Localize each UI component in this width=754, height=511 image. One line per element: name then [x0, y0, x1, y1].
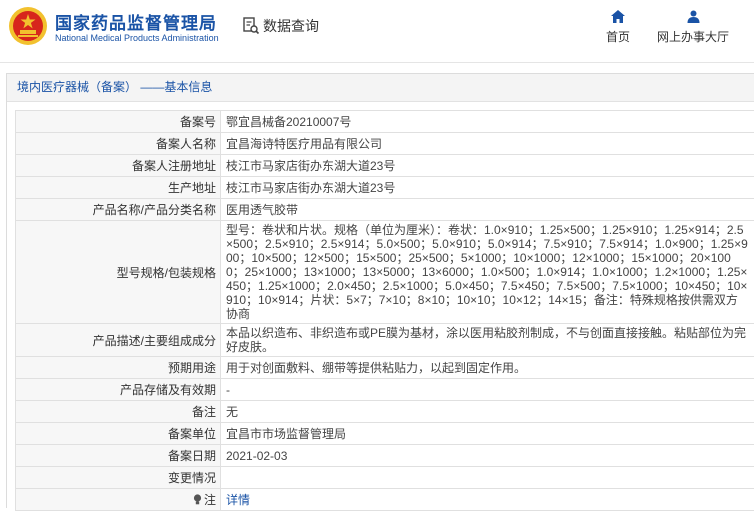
table-row: 产品描述/主要组成成分本品以织造布、非织造布或PE膜为基材，涂以医用粘胶剂制成，…: [16, 324, 754, 357]
field-value: 宜昌海诗特医疗用品有限公司: [221, 133, 754, 155]
field-label: 生产地址: [16, 177, 221, 199]
note-label-cell: 注: [16, 489, 221, 511]
field-value: 宜昌市市场监督管理局: [221, 423, 754, 445]
field-value: 用于对创面敷料、绷带等提供粘贴力，以起到固定作用。: [221, 357, 754, 379]
table-row: 备案单位宜昌市市场监督管理局: [16, 423, 754, 445]
table-row: 生产地址枝江市马家店街办东湖大道23号: [16, 177, 754, 199]
site-header: 国家药品监督管理局 National Medical Products Admi…: [0, 0, 754, 62]
search-document-icon: [242, 17, 260, 35]
field-value: 无: [221, 401, 754, 423]
table-row: 备案号鄂宜昌械备20210007号: [16, 111, 754, 133]
field-label: 变更情况: [16, 467, 221, 489]
field-label: 预期用途: [16, 357, 221, 379]
field-label: 备案号: [16, 111, 221, 133]
note-label: 注: [204, 491, 216, 508]
table-row: 变更情况: [16, 467, 754, 489]
field-label: 备案人名称: [16, 133, 221, 155]
detail-panel: 境内医疗器械（备案） ——基本信息 备案号鄂宜昌械备20210007号备案人名称…: [6, 73, 754, 508]
field-value: 医用透气胶带: [221, 199, 754, 221]
national-emblem-icon: [8, 6, 48, 46]
nav-home[interactable]: 首页: [600, 10, 636, 45]
table-row: 备注无: [16, 401, 754, 423]
field-label: 备案人注册地址: [16, 155, 221, 177]
site-subtitle: National Medical Products Administration: [55, 33, 219, 43]
nav-online-hall-label: 网上办事大厅: [657, 30, 729, 44]
header-divider: [0, 62, 754, 63]
field-value: 本品以织造布、非织造布或PE膜为基材，涂以医用粘胶剂制成，不与创面直接接触。粘贴…: [221, 324, 754, 357]
nav-online-hall[interactable]: 网上办事大厅: [650, 10, 736, 45]
field-value: 枝江市马家店街办东湖大道23号: [221, 177, 754, 199]
breadcrumb: 境内医疗器械（备案） ——基本信息: [7, 74, 754, 102]
table-row: 备案日期2021-02-03: [16, 445, 754, 467]
field-value: 枝江市马家店街办东湖大道23号: [221, 155, 754, 177]
home-icon: [611, 10, 625, 23]
table-row: 产品存储及有效期-: [16, 379, 754, 401]
field-label: 产品名称/产品分类名称: [16, 199, 221, 221]
detail-table: 备案号鄂宜昌械备20210007号备案人名称宜昌海诗特医疗用品有限公司备案人注册…: [15, 110, 754, 511]
field-value: 2021-02-03: [221, 445, 754, 467]
note-row: 注详情: [16, 489, 754, 511]
data-query-link[interactable]: 数据查询: [242, 16, 319, 36]
field-label: 型号规格/包装规格: [16, 221, 221, 324]
field-value: -: [221, 379, 754, 401]
field-label: 备案日期: [16, 445, 221, 467]
field-label: 产品描述/主要组成成分: [16, 324, 221, 357]
field-value: 鄂宜昌械备20210007号: [221, 111, 754, 133]
table-row: 备案人注册地址枝江市马家店街办东湖大道23号: [16, 155, 754, 177]
lightbulb-icon: [193, 494, 202, 505]
field-label: 产品存储及有效期: [16, 379, 221, 401]
field-label: 备案单位: [16, 423, 221, 445]
table-row: 产品名称/产品分类名称医用透气胶带: [16, 199, 754, 221]
table-row: 备案人名称宜昌海诗特医疗用品有限公司: [16, 133, 754, 155]
nav-home-label: 首页: [606, 30, 630, 44]
site-title: 国家药品监督管理局: [55, 9, 217, 34]
field-value: 型号：卷状和片状。规格（单位为厘米）：卷状：1.0×910；1.25×500；1…: [221, 221, 754, 324]
table-row: 型号规格/包装规格型号：卷状和片状。规格（单位为厘米）：卷状：1.0×910；1…: [16, 221, 754, 324]
field-value: [221, 467, 754, 489]
details-link[interactable]: 详情: [226, 493, 250, 507]
field-label: 备注: [16, 401, 221, 423]
data-query-label: 数据查询: [263, 16, 319, 36]
user-icon: [687, 10, 700, 23]
table-row: 预期用途用于对创面敷料、绷带等提供粘贴力，以起到固定作用。: [16, 357, 754, 379]
